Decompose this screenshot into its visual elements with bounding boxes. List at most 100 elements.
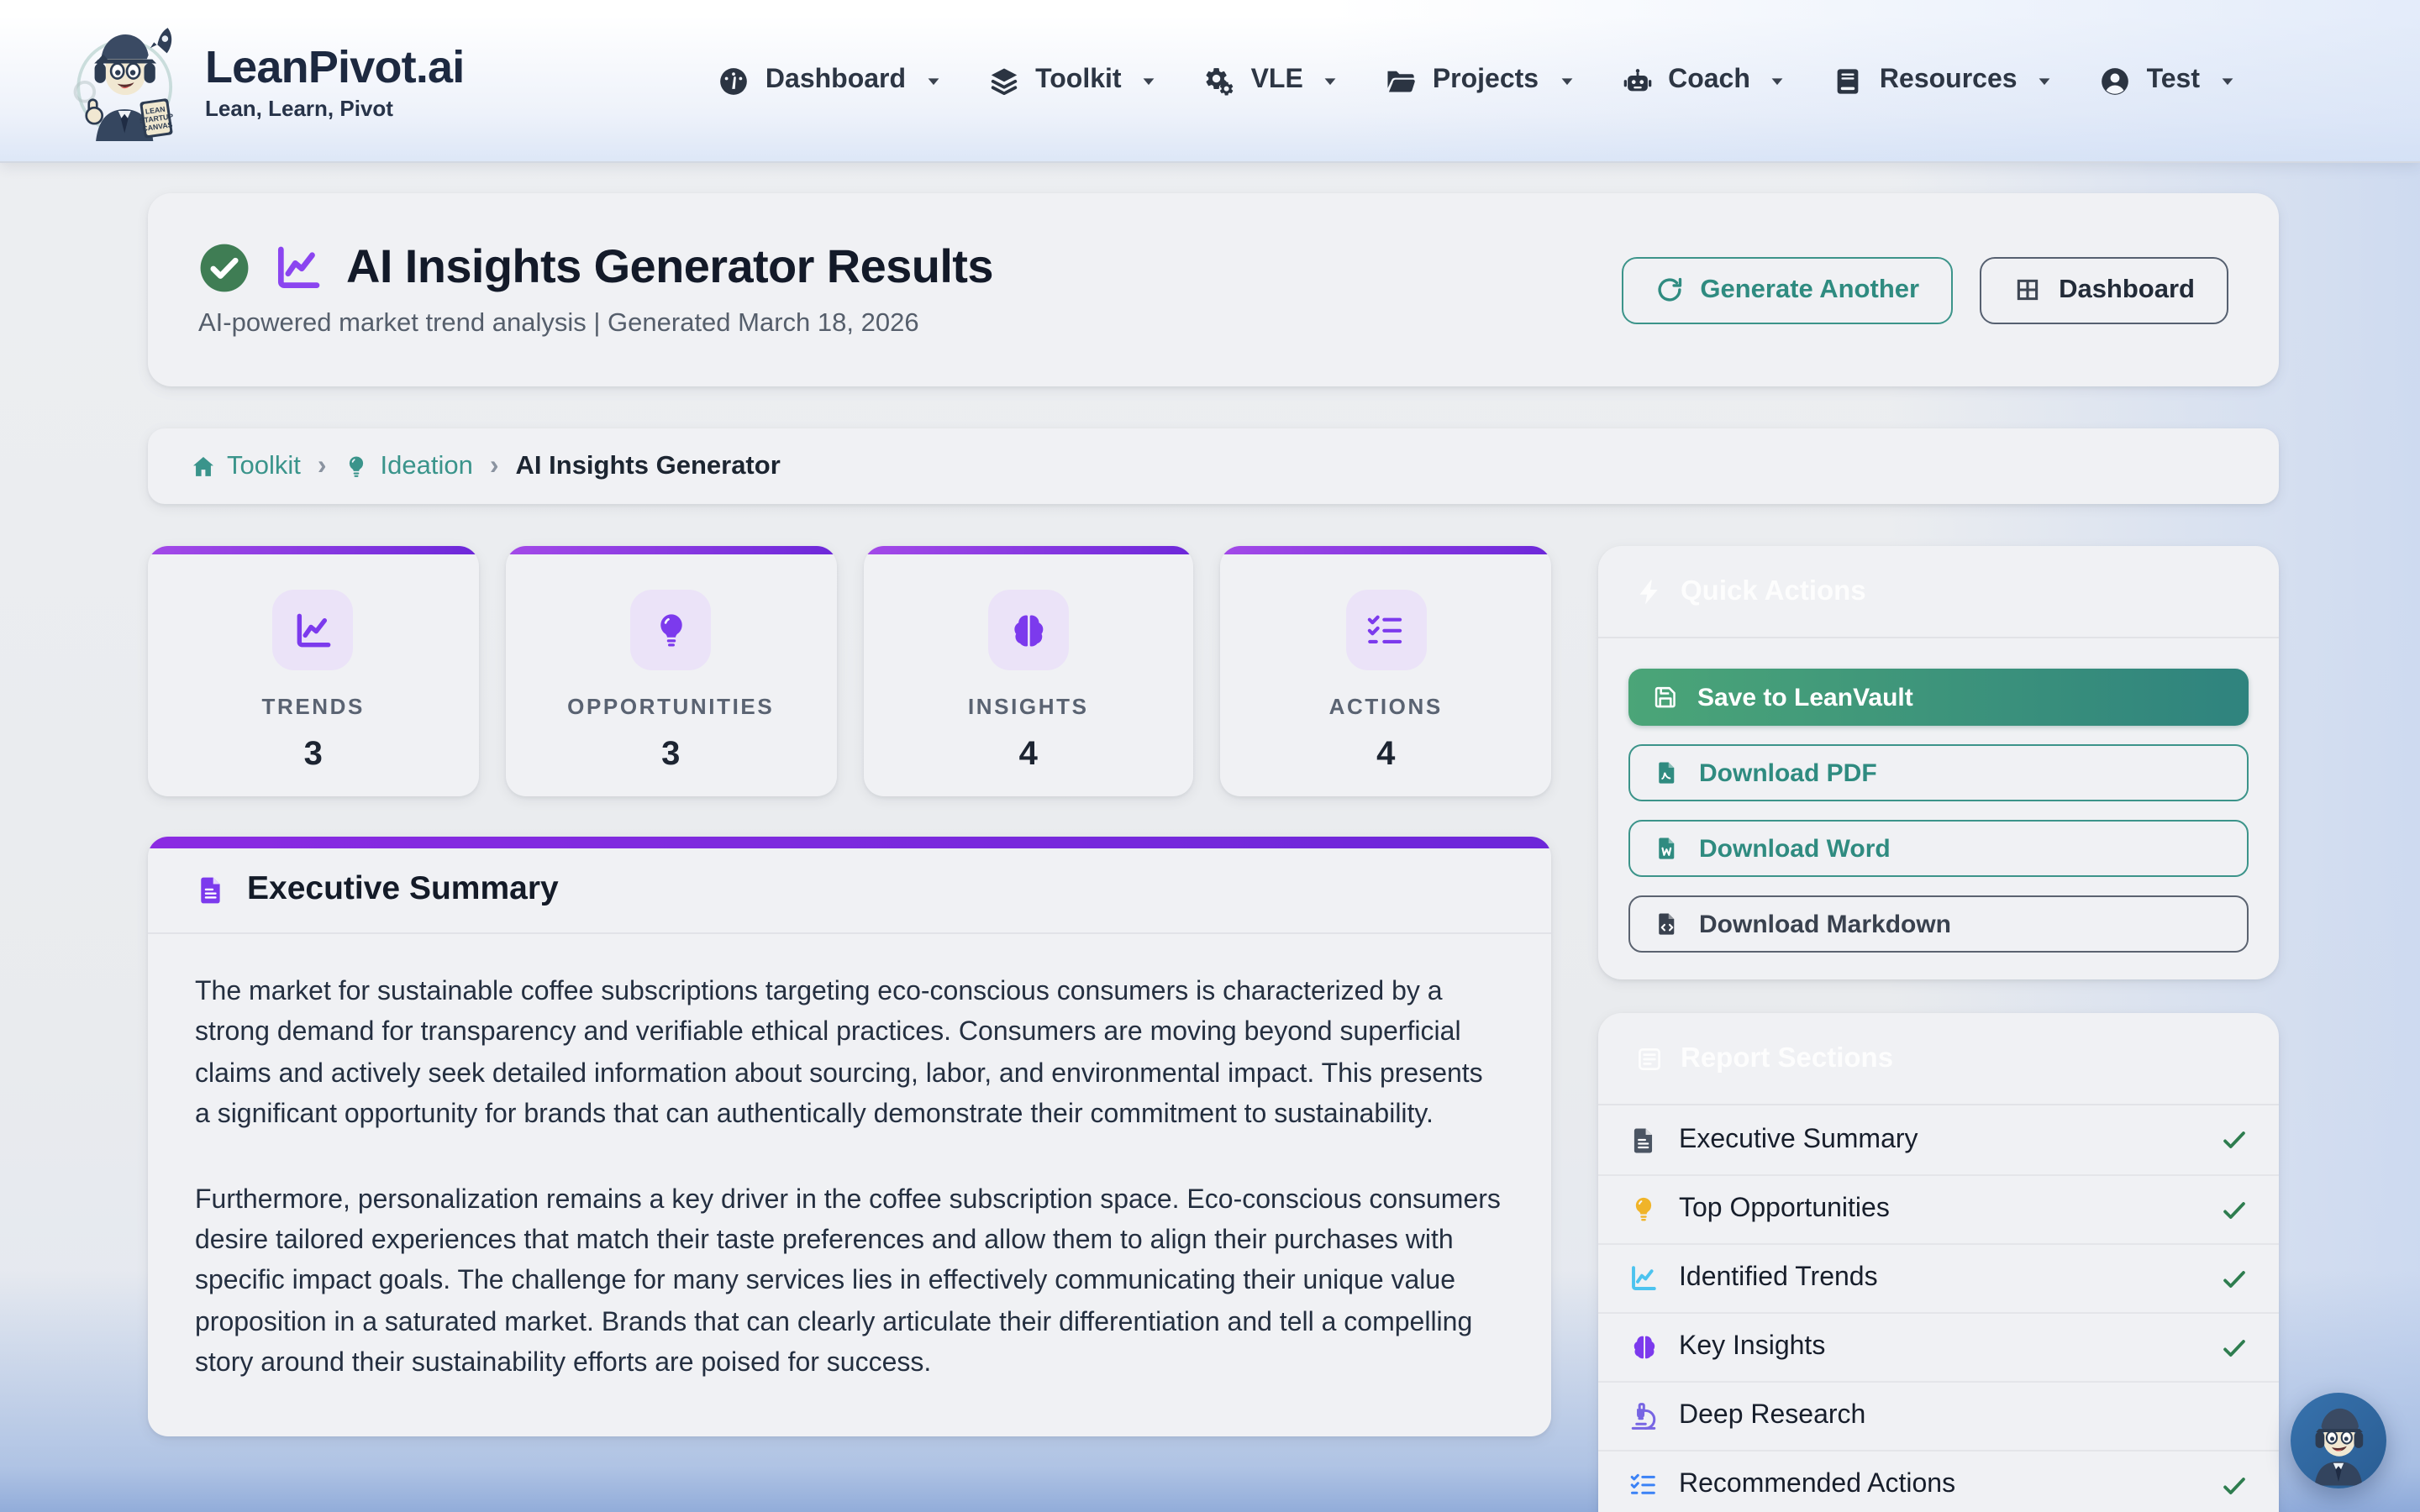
nav-item-label: Dashboard xyxy=(765,66,906,96)
chevron-down-icon xyxy=(2218,71,2237,90)
main-column: TRENDS 3 OPPORTUNITIES 3 xyxy=(148,546,1551,1436)
nav-item-dashboard[interactable]: Dashboard xyxy=(718,65,943,97)
generate-another-label: Generate Another xyxy=(1700,275,1919,305)
executive-summary-heading: Executive Summary xyxy=(247,870,559,909)
section-accent-bar xyxy=(148,837,1551,848)
chevron-down-icon xyxy=(924,71,943,90)
check-icon xyxy=(2220,1264,2249,1293)
stat-icon-box xyxy=(273,590,354,670)
chart-line-icon xyxy=(292,609,334,651)
nav-menu: Dashboard Toolkit VLE Projects Coach xyxy=(718,65,2237,97)
book-icon xyxy=(1833,65,1865,97)
save-to-leanvault-button[interactable]: Save to LeanVault xyxy=(1628,669,2249,726)
download-pdf-label: Download PDF xyxy=(1699,759,1877,787)
report-sections-header: Report Sections xyxy=(1598,1013,2279,1105)
brand[interactable]: LEAN STARTUP CANVAS LeanPivot.ai xyxy=(67,20,465,141)
results-header-card: AI Insights Generator Results AI-powered… xyxy=(148,193,2279,386)
nav-item-resources[interactable]: Resources xyxy=(1833,65,2054,97)
stat-value: 3 xyxy=(506,736,837,774)
title-row: AI Insights Generator Results xyxy=(198,240,993,294)
section-label: Executive Summary xyxy=(1679,1125,2200,1155)
list-check-icon xyxy=(1628,1470,1659,1500)
section-row-recommended-actions[interactable]: Recommended Actions xyxy=(1598,1450,2279,1512)
breadcrumb: Toolkit › Ideation › AI Insights Generat… xyxy=(148,428,2279,504)
chevron-down-icon xyxy=(2036,71,2054,90)
nav-item-label: VLE xyxy=(1251,66,1303,96)
chevron-down-icon xyxy=(1140,71,1159,90)
breadcrumb-current: AI Insights Generator xyxy=(516,451,781,481)
bolt-icon xyxy=(1635,577,1664,606)
stat-accent-bar xyxy=(1221,546,1552,554)
check-icon xyxy=(2220,1333,2249,1362)
page-title: AI Insights Generator Results xyxy=(346,240,993,294)
summary-paragraph: Furthermore, personalization remains a k… xyxy=(195,1180,1504,1385)
download-word-button[interactable]: Download Word xyxy=(1628,820,2249,877)
stat-value: 3 xyxy=(148,736,479,774)
stat-accent-bar xyxy=(506,546,837,554)
main-row: TRENDS 3 OPPORTUNITIES 3 xyxy=(148,546,2279,1512)
brand-tagline: Lean, Learn, Pivot xyxy=(205,95,465,120)
nav-item-toolkit[interactable]: Toolkit xyxy=(988,65,1159,97)
chat-assistant-button[interactable] xyxy=(2291,1393,2386,1488)
check-icon xyxy=(2220,1195,2249,1224)
page: LEAN STARTUP CANVAS LeanPivot.ai xyxy=(0,0,2420,1512)
quick-actions-heading: Quick Actions xyxy=(1681,575,1866,607)
microscope-icon xyxy=(1628,1401,1659,1431)
brand-name: LeanPivot.ai xyxy=(205,41,465,93)
dashboard-button-label: Dashboard xyxy=(2059,275,2195,305)
user-icon xyxy=(2100,65,2132,97)
section-label: Deep Research xyxy=(1679,1401,2249,1431)
section-label: Identified Trends xyxy=(1679,1263,2200,1294)
download-markdown-label: Download Markdown xyxy=(1699,910,1951,938)
nav-item-test-user[interactable]: Test xyxy=(2100,65,2237,97)
dashboard-button[interactable]: Dashboard xyxy=(1980,256,2228,323)
brand-text: LeanPivot.ai Lean, Learn, Pivot xyxy=(205,41,465,120)
nav-item-projects[interactable]: Projects xyxy=(1386,65,1576,97)
chart-line-icon xyxy=(1628,1263,1659,1294)
section-row-identified-trends[interactable]: Identified Trends xyxy=(1598,1243,2279,1312)
layers-icon xyxy=(988,65,1020,97)
section-label: Top Opportunities xyxy=(1679,1194,2200,1225)
generate-another-button[interactable]: Generate Another xyxy=(1621,256,1953,323)
chat-mascot-icon xyxy=(2291,1393,2386,1488)
nav-item-coach[interactable]: Coach xyxy=(1621,65,1787,97)
section-row-executive-summary[interactable]: Executive Summary xyxy=(1598,1105,2279,1174)
sidebar: Quick Actions Save to LeanVault Download… xyxy=(1598,546,2279,1512)
brain-icon xyxy=(1628,1332,1659,1362)
quick-actions-body: Save to LeanVault Download PDF Download … xyxy=(1598,638,2279,979)
report-icon xyxy=(1635,1044,1664,1073)
grid-icon xyxy=(2013,276,2042,304)
stat-icon-box xyxy=(630,590,711,670)
chart-line-icon xyxy=(272,241,324,293)
breadcrumb-ideation[interactable]: Ideation xyxy=(344,451,473,481)
chevron-down-icon xyxy=(1322,71,1340,90)
file-word-icon xyxy=(1654,835,1681,862)
brain-icon xyxy=(1007,609,1050,651)
check-icon xyxy=(2220,1471,2249,1499)
page-subtitle: AI-powered market trend analysis | Gener… xyxy=(198,309,993,339)
report-sections-panel: Report Sections Executive Summary Top Op… xyxy=(1598,1013,2279,1512)
chevron-down-icon xyxy=(1769,71,1787,90)
lightbulb-icon xyxy=(650,609,692,651)
executive-summary-body: The market for sustainable coffee subscr… xyxy=(148,934,1551,1436)
quick-actions-header: Quick Actions xyxy=(1598,546,2279,638)
gears-icon xyxy=(1204,65,1236,97)
stat-card-trends: TRENDS 3 xyxy=(148,546,479,796)
section-row-key-insights[interactable]: Key Insights xyxy=(1598,1312,2279,1381)
breadcrumb-label: Ideation xyxy=(381,451,473,481)
nav-item-label: Test xyxy=(2147,66,2200,96)
breadcrumb-toolkit[interactable]: Toolkit xyxy=(190,451,301,481)
file-lines-icon xyxy=(1628,1125,1659,1155)
section-row-deep-research[interactable]: Deep Research xyxy=(1598,1381,2279,1450)
nav-item-label: Resources xyxy=(1880,66,2018,96)
robot-icon xyxy=(1621,65,1653,97)
executive-summary-card: Executive Summary The market for sustain… xyxy=(148,837,1551,1436)
stat-accent-bar xyxy=(863,546,1194,554)
stat-value: 4 xyxy=(1221,736,1552,774)
nav-item-vle[interactable]: VLE xyxy=(1204,65,1340,97)
download-pdf-button[interactable]: Download PDF xyxy=(1628,744,2249,801)
download-markdown-button[interactable]: Download Markdown xyxy=(1628,895,2249,953)
lightbulb-icon xyxy=(1628,1194,1659,1225)
section-row-top-opportunities[interactable]: Top Opportunities xyxy=(1598,1174,2279,1243)
content: AI Insights Generator Results AI-powered… xyxy=(0,163,2420,1512)
